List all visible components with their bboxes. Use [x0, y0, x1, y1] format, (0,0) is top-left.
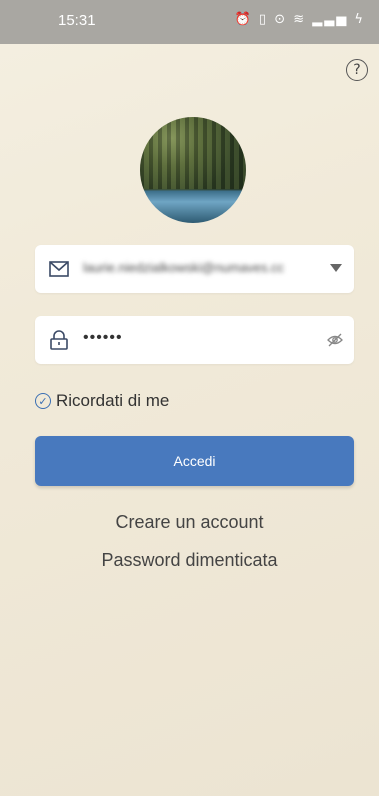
- mail-icon: [49, 261, 69, 277]
- battery-charging-icon: ϟ: [354, 12, 365, 27]
- signal-icon: ▂▃▅: [312, 12, 349, 27]
- forgot-password-link[interactable]: Password dimenticata: [0, 550, 379, 571]
- help-label: ?: [353, 62, 361, 78]
- wifi-icon: ≋: [293, 12, 307, 27]
- login-button[interactable]: Accedi: [35, 436, 354, 486]
- avatar-forest-image: [140, 117, 246, 190]
- password-field[interactable]: ••••••: [35, 316, 354, 364]
- checkbox-checked-icon[interactable]: ✓: [35, 393, 51, 409]
- lock-icon: [50, 330, 68, 350]
- status-bar: 15:31 ⏰ ▯ ⊙ ≋ ▂▃▅ ϟ: [0, 0, 379, 44]
- chevron-down-icon[interactable]: [330, 264, 342, 272]
- remember-me-label: Ricordati di me: [56, 391, 170, 410]
- status-time: 15:31: [58, 12, 96, 29]
- help-icon[interactable]: ?: [346, 59, 368, 81]
- password-value: ••••••: [83, 329, 123, 346]
- email-field[interactable]: laurie.niedzialkowski@numaves.cc: [35, 245, 354, 293]
- status-icons: ⏰ ▯ ⊙ ≋ ▂▃▅ ϟ: [235, 12, 365, 27]
- eye-hidden-icon[interactable]: [326, 331, 344, 349]
- avatar: [140, 117, 246, 223]
- remember-me-checkbox[interactable]: ✓ Ricordati di me: [35, 391, 169, 411]
- alarm-icon: ⏰: [234, 12, 253, 27]
- create-account-link[interactable]: Creare un account: [0, 512, 379, 533]
- email-value: laurie.niedzialkowski@numaves.cc: [83, 260, 285, 275]
- location-icon: ⊙: [274, 12, 288, 27]
- vibrate-icon: ▯: [258, 12, 269, 27]
